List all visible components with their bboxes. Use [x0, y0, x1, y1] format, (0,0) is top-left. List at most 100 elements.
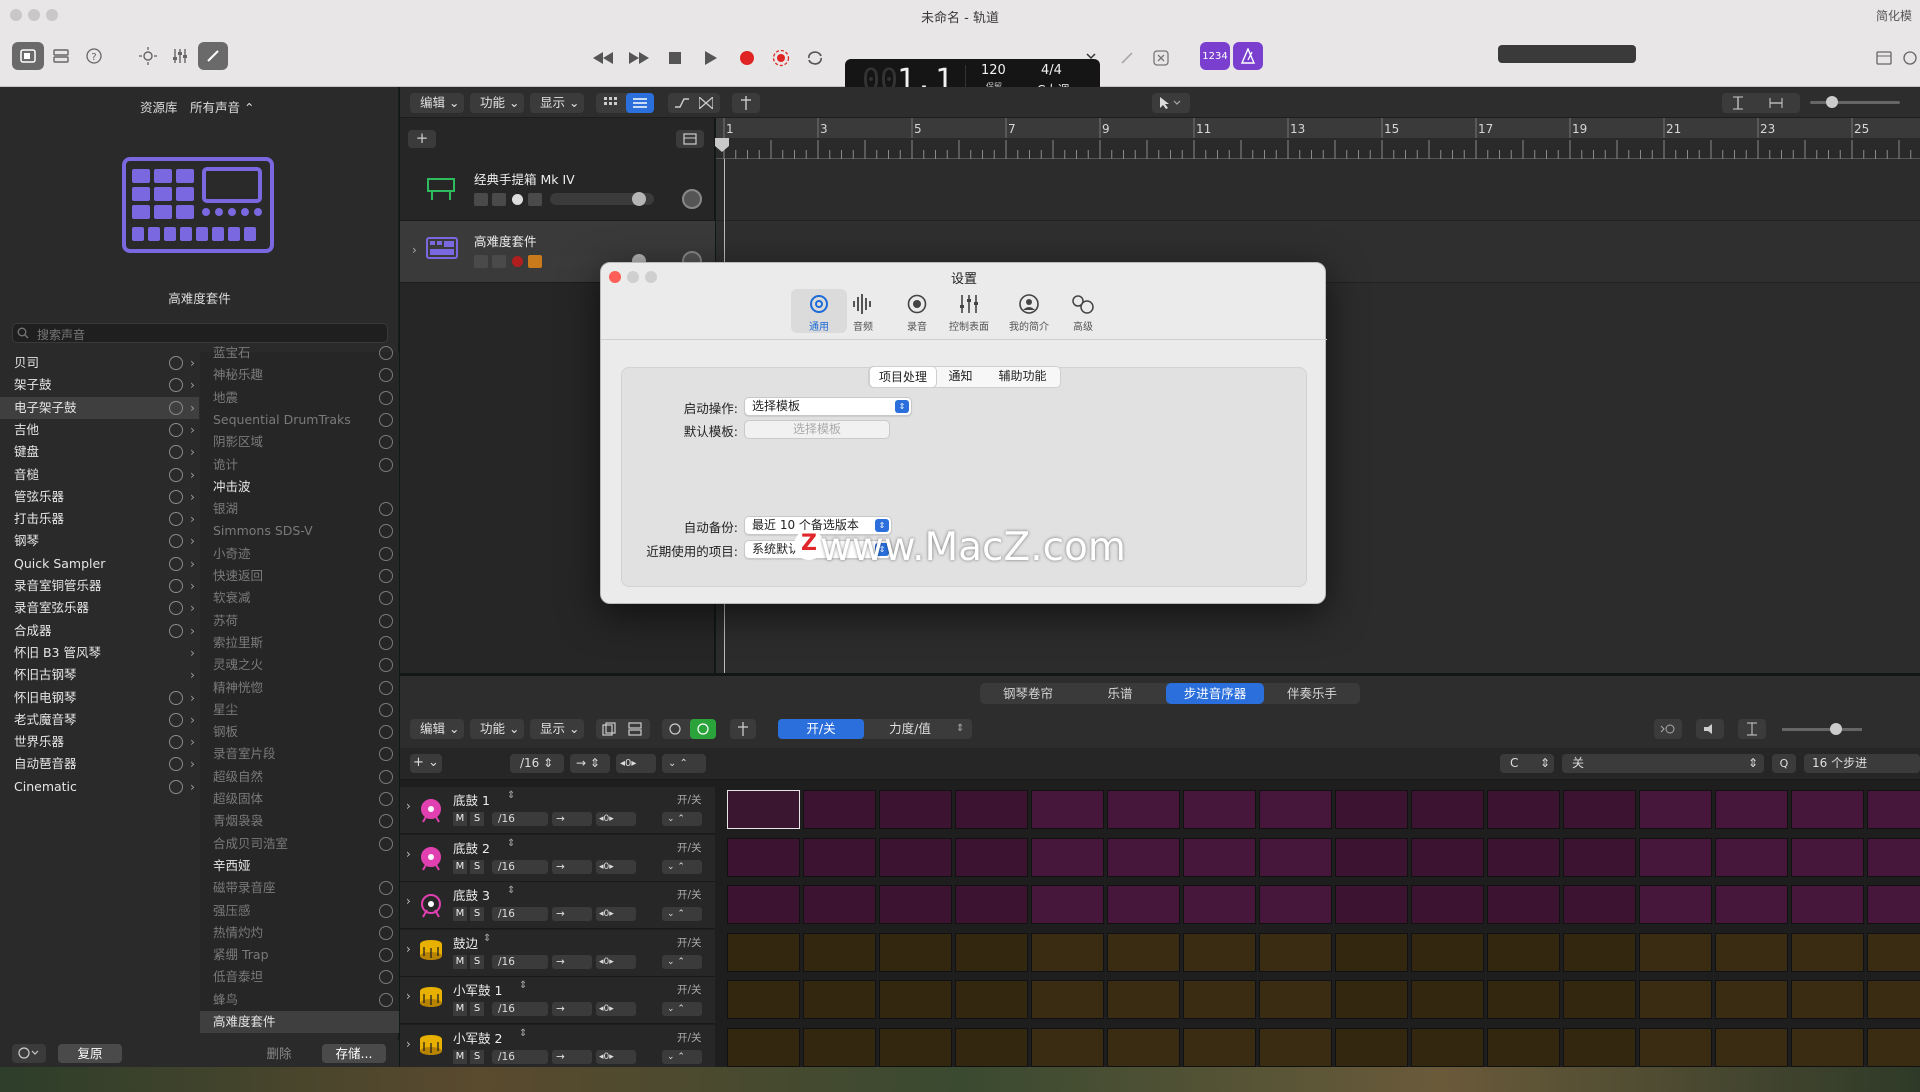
- patch-item[interactable]: 超级自然: [200, 766, 399, 788]
- patch-item[interactable]: 青烟袅袅: [200, 810, 399, 832]
- download-icon[interactable]: [169, 556, 183, 571]
- step-cell[interactable]: [803, 932, 876, 972]
- automation-icon[interactable]: [675, 97, 689, 109]
- download-icon[interactable]: [379, 569, 393, 583]
- track-lane-1[interactable]: [716, 159, 1920, 221]
- patch-item[interactable]: 诡计: [200, 454, 399, 476]
- download-icon[interactable]: [169, 534, 183, 549]
- download-icon[interactable]: [169, 467, 183, 482]
- step-cell[interactable]: [955, 837, 1028, 877]
- step-cell[interactable]: [879, 790, 952, 829]
- add-row-button[interactable]: + ⌄: [410, 754, 442, 773]
- mode-stepper[interactable]: ⇕: [956, 719, 964, 739]
- step-cell[interactable]: [955, 980, 1028, 1019]
- rewind-button[interactable]: [588, 44, 618, 72]
- step-cell[interactable]: [1487, 790, 1560, 829]
- step-cell[interactable]: [1791, 1027, 1864, 1067]
- download-icon[interactable]: [169, 489, 183, 504]
- step-cell[interactable]: [1715, 980, 1788, 1019]
- seq-catch-button[interactable]: [730, 719, 756, 739]
- settings-tab[interactable]: 录音: [889, 289, 945, 333]
- disclosure-icon[interactable]: ›: [406, 847, 411, 861]
- row-name[interactable]: 鼓边: [453, 933, 478, 952]
- download-icon[interactable]: [169, 400, 183, 415]
- step-cell[interactable]: [803, 790, 876, 829]
- step-cell[interactable]: [1259, 980, 1332, 1019]
- category-item[interactable]: 贝司 ›: [0, 352, 199, 374]
- step-cell[interactable]: [1867, 837, 1920, 877]
- download-icon[interactable]: [169, 601, 183, 616]
- loop-browser-button[interactable]: [1900, 44, 1920, 72]
- record-enable-icon[interactable]: [512, 256, 523, 267]
- category-item[interactable]: 自动琶音器 ›: [0, 753, 199, 775]
- patch-item[interactable]: 热情灼灼: [200, 922, 399, 944]
- headphones-icon[interactable]: [492, 193, 506, 206]
- step-cell[interactable]: [1411, 932, 1484, 972]
- mute-button[interactable]: M: [453, 954, 467, 969]
- vertical-zoom-icon[interactable]: [1731, 96, 1745, 110]
- patch-item[interactable]: 紧绷 Trap: [200, 944, 399, 966]
- step-cell[interactable]: [1639, 837, 1712, 877]
- timeline-ruler[interactable]: 1 3 5 7 9 11 13 15 17 19 21 23 25: [715, 118, 1920, 159]
- editor-tab[interactable]: 乐谱: [1074, 683, 1166, 704]
- patch-item[interactable]: 灵魂之火: [200, 654, 399, 676]
- quantize-button[interactable]: Q: [1772, 754, 1796, 773]
- step-cell[interactable]: [1411, 980, 1484, 1019]
- tracks-edit-menu[interactable]: 编辑 ⌄: [410, 93, 464, 113]
- download-icon[interactable]: [379, 725, 393, 740]
- row-advance-popup[interactable]: →: [552, 859, 592, 874]
- headphones-icon[interactable]: [492, 255, 506, 268]
- inspector-button[interactable]: [47, 42, 75, 70]
- metronome-button[interactable]: [1233, 42, 1263, 70]
- global-tracks-button[interactable]: [676, 130, 704, 148]
- step-cell[interactable]: [1487, 980, 1560, 1019]
- playhead-icon[interactable]: [715, 138, 729, 152]
- step-cell[interactable]: [1715, 932, 1788, 972]
- step-cell[interactable]: [1259, 932, 1332, 972]
- download-icon[interactable]: [379, 881, 393, 896]
- step-cell[interactable]: [1107, 790, 1180, 829]
- pointer-tool-menu[interactable]: [1152, 93, 1190, 113]
- download-icon[interactable]: [169, 378, 183, 393]
- step-cell[interactable]: [803, 1027, 876, 1067]
- step-cell[interactable]: [1563, 837, 1636, 877]
- sequencer-row-header[interactable]: › 鼓边 ⇕ 开/关 M S/16 → ◂0▸ ⌄ ⌃: [400, 929, 715, 977]
- row-resolution-popup[interactable]: /16: [492, 1002, 548, 1016]
- step-cell[interactable]: [1411, 885, 1484, 924]
- copy-icon[interactable]: [602, 722, 616, 736]
- step-cell[interactable]: [1031, 980, 1104, 1019]
- step-cell[interactable]: [1183, 980, 1256, 1019]
- category-item[interactable]: Quick Sampler ›: [0, 553, 199, 575]
- seq-edit-menu[interactable]: 编辑 ⌄: [410, 719, 464, 739]
- view-mode-label[interactable]: 简化模: [1876, 7, 1912, 24]
- download-icon[interactable]: [169, 779, 183, 794]
- patch-item[interactable]: 精神恍惚: [200, 677, 399, 699]
- download-icon[interactable]: [379, 390, 393, 405]
- revert-button[interactable]: 复原: [58, 1044, 122, 1063]
- download-icon[interactable]: [379, 635, 393, 650]
- row-name-stepper[interactable]: ⇕: [519, 980, 527, 991]
- download-icon[interactable]: [379, 613, 393, 628]
- step-cell[interactable]: [1031, 885, 1104, 924]
- step-cell[interactable]: [727, 980, 800, 1019]
- download-icon[interactable]: [379, 412, 393, 427]
- track-name[interactable]: 经典手提箱 Mk IV: [474, 169, 575, 188]
- row-advance-popup[interactable]: →: [552, 954, 592, 969]
- category-item[interactable]: 架子鼓 ›: [0, 374, 199, 396]
- category-item[interactable]: 老式魔音琴 ›: [0, 709, 199, 731]
- on-off-mode-button[interactable]: 开/关: [778, 719, 864, 739]
- step-cell[interactable]: [727, 885, 800, 924]
- step-cell[interactable]: [955, 885, 1028, 924]
- patch-item[interactable]: 高难度套件: [200, 1011, 399, 1033]
- step-cell[interactable]: [1563, 1027, 1636, 1067]
- step-cell[interactable]: [803, 837, 876, 877]
- sequencer-row-header[interactable]: › 小军鼓 2 ⇕ 开/关 M S/16 → ◂0▸ ⌄ ⌃: [400, 1024, 715, 1072]
- step-cell[interactable]: [1107, 1027, 1180, 1067]
- step-cell[interactable]: [955, 790, 1028, 829]
- step-cell[interactable]: [1715, 1027, 1788, 1067]
- row-advance-popup[interactable]: →: [552, 907, 592, 921]
- delete-button[interactable]: 删除: [247, 1044, 311, 1063]
- step-cell[interactable]: [955, 1027, 1028, 1067]
- row-offset-control[interactable]: ◂0▸: [596, 859, 636, 874]
- mute-button[interactable]: M: [453, 812, 467, 826]
